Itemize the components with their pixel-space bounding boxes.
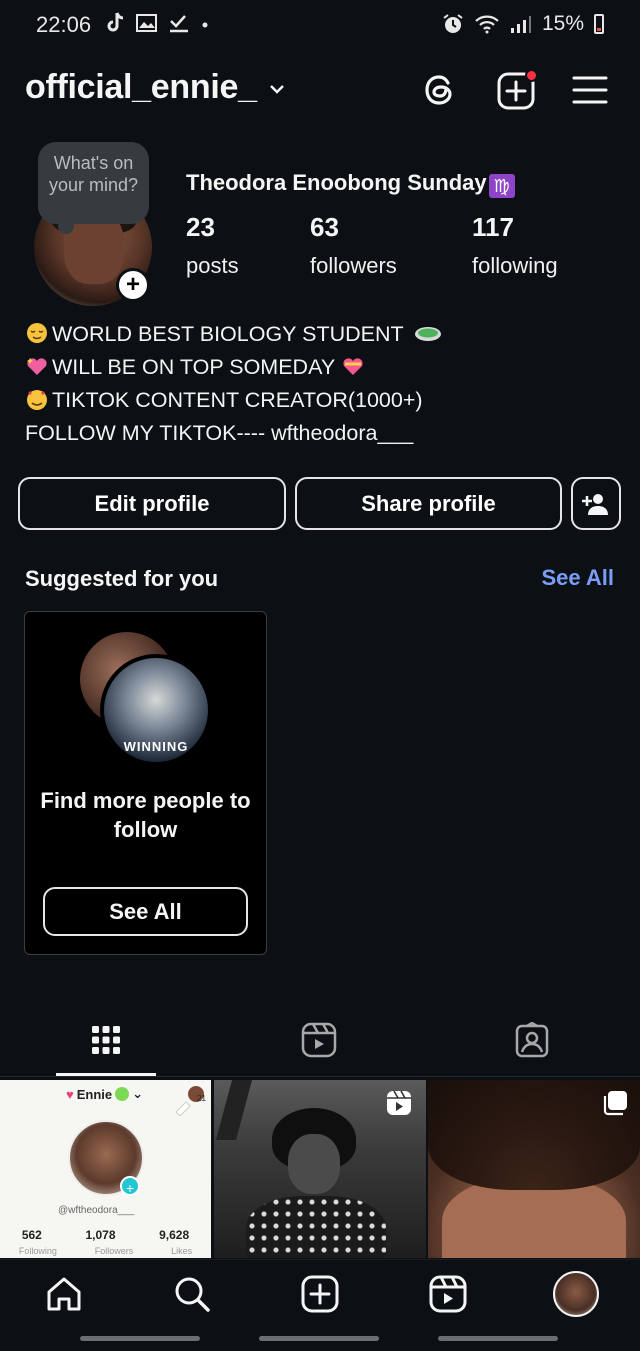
active-tab-indicator (56, 1073, 156, 1076)
stat-followers[interactable]: 63 followers (310, 212, 397, 279)
stat-posts[interactable]: 23 posts (186, 212, 239, 279)
bio-line: WILL BE ON TOP SOMEDAY (25, 351, 446, 384)
bio-line-2: WILL BE ON TOP SOMEDAY (52, 355, 335, 379)
tile-stat-followers: 1,078 (85, 1228, 116, 1242)
carousel-icon (603, 1091, 627, 1116)
system-nav-back[interactable] (438, 1336, 558, 1341)
status-bar: 22:06 15% (0, 0, 640, 50)
bio-line: FOLLOW MY TIKTOK---- wftheodora___ (25, 417, 446, 450)
post-photo (246, 1108, 386, 1258)
tab-tagged[interactable] (514, 1020, 550, 1060)
bio-line: TIKTOK CONTENT CREATOR(1000+) (25, 384, 446, 417)
see-all-button[interactable]: See All (43, 887, 248, 936)
tile-stat-following: 562 (21, 1228, 42, 1242)
tile-plus-icon: + (120, 1176, 140, 1196)
profile-username[interactable]: official_ennie_ (25, 68, 257, 107)
tile-label-likes: Likes (171, 1246, 193, 1256)
tile-label-following: Following (18, 1246, 57, 1256)
pin-count: 21 (197, 1094, 206, 1103)
profile-bio: WORLD BEST BIOLOGY STUDENT WILL BE ON TO… (25, 318, 446, 450)
image-icon (136, 14, 157, 32)
relieved-face-icon (27, 323, 47, 343)
system-nav-recents[interactable] (80, 1336, 200, 1341)
stat-following-value: 117 (472, 212, 514, 242)
status-time: 22:06 (36, 12, 92, 37)
stat-posts-label: posts (186, 253, 239, 278)
tile-stat-labels: Following Followers Likes (0, 1246, 211, 1256)
note-bubble[interactable]: What's on your mind? (38, 142, 149, 234)
dot-icon (202, 22, 208, 28)
tab-divider (0, 1076, 640, 1077)
reels-nav-icon[interactable] (428, 1274, 468, 1314)
stat-followers-value: 63 (310, 212, 339, 242)
alarm-icon (443, 14, 463, 33)
edit-profile-button[interactable]: Edit profile (18, 477, 286, 530)
avatar-caption: WINNING (123, 739, 189, 754)
petri-dish-icon (415, 327, 442, 341)
grid-post-1[interactable]: ♥ Ennie ⌄ 21 + @wftheodora___ 562 1,078 9… (0, 1080, 211, 1258)
battery-percent: 15% (541, 12, 584, 35)
full-name-text: Theodora Enoobong Sunday (186, 170, 487, 195)
add-story-plus-icon[interactable]: + (116, 268, 150, 302)
grid-post-3[interactable] (428, 1080, 640, 1258)
suggested-title: Suggested for you (25, 566, 219, 591)
search-icon[interactable] (172, 1274, 212, 1314)
see-all-link[interactable]: See All (541, 565, 614, 591)
pinned-icon: 21 (172, 1084, 208, 1117)
status-right: 15% (442, 12, 604, 36)
smiling-hearts-icon (27, 390, 47, 410)
chevron-down-icon[interactable] (266, 78, 288, 100)
share-profile-button[interactable]: Share profile (295, 477, 562, 530)
grid-icon (92, 1026, 120, 1054)
stat-following-label: following (472, 253, 558, 278)
tab-reels[interactable] (301, 1020, 337, 1060)
sparkling-heart-icon (27, 358, 47, 375)
tile-stats: 562 1,078 9,628 (0, 1228, 211, 1242)
reels-icon (301, 1022, 337, 1058)
bio-line-4: FOLLOW MY TIKTOK---- wftheodora___ (25, 421, 414, 445)
threads-icon[interactable] (420, 70, 460, 110)
badge-icon (115, 1087, 130, 1101)
tile-handle: @wftheodora___ (58, 1205, 135, 1216)
bio-line-3: TIKTOK CONTENT CREATOR(1000+) (52, 388, 423, 412)
check-icon (170, 15, 188, 33)
battery-icon (594, 14, 604, 34)
create-icon[interactable] (300, 1274, 340, 1314)
grid-post-2[interactable] (214, 1080, 426, 1258)
bio-line-1: WORLD BEST BIOLOGY STUDENT (52, 322, 404, 346)
home-icon[interactable] (44, 1274, 84, 1314)
profile-full-name: Theodora Enoobong Sunday ♍ (186, 170, 515, 198)
tile-label-followers: Followers (94, 1246, 134, 1256)
reel-badge-icon (387, 1090, 411, 1115)
heart-icon: ♥ (66, 1086, 74, 1102)
heart-ribbon-icon (343, 358, 363, 375)
tile-name: Ennie (76, 1086, 113, 1102)
status-left-icons (106, 12, 210, 34)
create-post-icon[interactable] (497, 69, 538, 110)
tile-header: ♥ Ennie ⌄ (66, 1086, 143, 1102)
add-person-icon (582, 493, 608, 515)
tiktok-icon (107, 12, 124, 32)
tile-stat-likes: 9,628 (159, 1228, 190, 1242)
wifi-icon (475, 15, 499, 34)
signal-icon (510, 16, 531, 33)
chevron-down-icon: ⌄ (132, 1086, 144, 1101)
discover-people-button[interactable] (571, 477, 621, 530)
stat-posts-value: 23 (186, 212, 215, 242)
zodiac-virgo-icon: ♍ (488, 174, 515, 198)
find-more-text: Find more people to follow (40, 788, 251, 842)
stat-following[interactable]: 117 following (472, 212, 558, 279)
suggested-avatar-2: WINNING (100, 654, 212, 766)
bio-line: WORLD BEST BIOLOGY STUDENT (25, 318, 446, 351)
profile-nav-avatar[interactable] (553, 1271, 599, 1317)
system-nav-home[interactable] (259, 1336, 379, 1341)
notification-dot (525, 69, 538, 82)
tab-grid[interactable] (88, 1020, 124, 1060)
stat-followers-label: followers (310, 253, 397, 278)
menu-icon[interactable] (570, 70, 610, 110)
tagged-icon (515, 1022, 549, 1058)
